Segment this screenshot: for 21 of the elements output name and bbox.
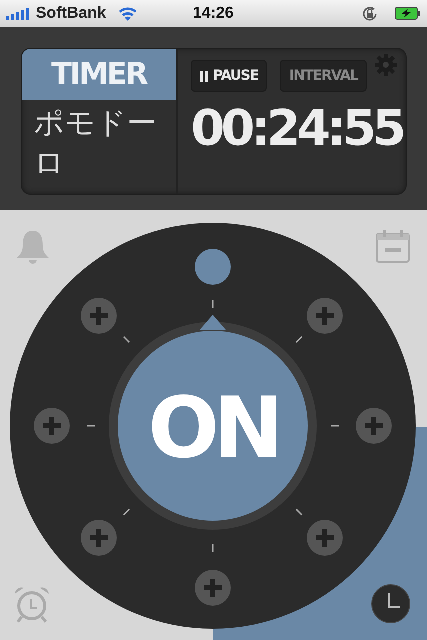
add-button[interactable]: [307, 520, 343, 556]
add-button[interactable]: [81, 520, 117, 556]
add-button[interactable]: [356, 408, 392, 444]
position-marker[interactable]: [195, 249, 231, 285]
timer-name: ポモドーロ: [33, 106, 158, 182]
timer-tab[interactable]: TIMER: [22, 49, 176, 100]
timer-display: 00:24:55: [191, 100, 404, 157]
add-button[interactable]: [34, 408, 70, 444]
add-button[interactable]: [81, 298, 117, 334]
signal-icon: [6, 8, 30, 20]
wifi-icon: [118, 6, 138, 20]
add-button[interactable]: [307, 298, 343, 334]
clock-button[interactable]: [372, 584, 410, 624]
rotation-lock-icon: [360, 4, 379, 22]
pause-button[interactable]: PAUSE: [191, 60, 268, 92]
carrier-name: SoftBank: [36, 4, 106, 22]
battery-icon: [394, 7, 421, 20]
status-time: 14:26: [193, 4, 234, 22]
settings-icon: [374, 53, 398, 77]
calendar-icon[interactable]: [375, 228, 411, 264]
add-button[interactable]: [195, 570, 231, 606]
